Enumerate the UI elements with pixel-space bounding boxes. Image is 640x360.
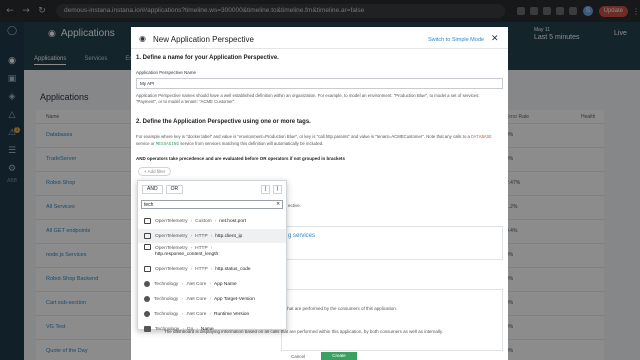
tag-option[interactable]: Technology › .Net Core › App Name: [138, 277, 286, 291]
tag-key: Name: [200, 326, 214, 332]
operator-precedence-note: AND operators take precedence and are ev…: [136, 156, 346, 161]
otel-icon: [144, 218, 151, 224]
tag-source: OpenTelemetry: [155, 266, 188, 272]
tag-option[interactable]: Technology › Go › Name: [138, 322, 286, 336]
tag-category: HTTP: [195, 266, 208, 272]
tag-option[interactable]: Technology › .Net Core › Runtime Version: [138, 307, 286, 321]
tag-key: Runtime Version: [214, 311, 250, 317]
tag-category: HTTP: [195, 246, 208, 251]
tag-key: http.status_code: [215, 266, 251, 272]
tag-search-input[interactable]: [141, 200, 283, 209]
tag-category: .Net Core: [185, 311, 207, 317]
tag-category: HTTP: [195, 233, 208, 239]
calls-option-card[interactable]: that are performed by the consumers of t…: [164, 289, 503, 351]
separator-icon: ›: [210, 233, 213, 239]
separator-icon: ›: [190, 246, 193, 251]
tag-source: Technology: [154, 296, 179, 302]
section-2-title: 2. Define the Application Perspective us…: [136, 119, 311, 125]
and-operator-button[interactable]: AND: [142, 185, 163, 194]
separator-icon: ›: [190, 218, 193, 224]
tag-filter-dropdown: AND OR ( ) × OpenTelemetry›Custom›net.ho…: [137, 180, 287, 332]
tag-key: http.response_content_length: [155, 252, 219, 257]
separator-icon: ›: [182, 326, 184, 332]
otel-icon: [144, 244, 151, 250]
services-option-card[interactable]: g services: [281, 226, 503, 260]
tag-category: Custom: [195, 218, 212, 224]
section-1-title: 1. Define a name for your Application Pe…: [136, 55, 279, 61]
tag-category: .Net Core: [185, 296, 207, 302]
tag-option[interactable]: OpenTelemetry › HTTP › http.response_content…: [138, 244, 286, 261]
name-help-text: Application Perspective names should hav…: [136, 93, 480, 104]
dialog-title: New Application Perspective: [153, 35, 254, 44]
tag-category: .Net Core: [185, 281, 207, 287]
tag-key: App Name: [214, 281, 237, 287]
add-filter-button[interactable]: + Add filter: [138, 167, 172, 176]
tag-source: OpenTelemetry: [155, 246, 188, 251]
tag-option[interactable]: OpenTelemetry › HTTP › http.status_code: [138, 262, 286, 276]
calls-option-text: that are performed by the consumers of t…: [286, 306, 398, 311]
tag-source: Technology: [154, 311, 179, 317]
tag-key: net.host.port: [219, 218, 246, 224]
tag-key: http.client_ip: [215, 233, 243, 239]
name-label: Application Perspective Name: [136, 70, 197, 75]
otel-icon: [144, 233, 151, 239]
go-icon: [144, 326, 151, 332]
tag-option[interactable]: OpenTelemetry › Custom › net.host.port: [138, 214, 286, 228]
switch-simple-mode-link[interactable]: Switch to Simple Mode: [428, 37, 484, 43]
hidden-text-fragment: ective.: [288, 203, 302, 208]
perspective-name-input[interactable]: [136, 78, 503, 89]
dialog-footer: Cancel Create: [131, 352, 508, 360]
clear-search-icon[interactable]: ×: [276, 200, 280, 209]
otel-icon: [144, 266, 151, 272]
dialog-header: ◉ New Application Perspective Switch to …: [131, 27, 508, 49]
tag-source: Technology: [154, 281, 179, 287]
cancel-button[interactable]: Cancel: [291, 354, 305, 359]
separator-icon: ›: [209, 281, 212, 287]
separator-icon: ›: [210, 246, 213, 251]
tag-source: OpenTelemetry: [155, 218, 188, 224]
technology-icon: [144, 311, 150, 317]
separator-icon: ›: [181, 311, 183, 317]
bracket-buttons: ( ): [261, 185, 282, 194]
technology-icon: [144, 296, 150, 302]
open-bracket-button[interactable]: (: [261, 185, 270, 194]
separator-icon: ›: [196, 326, 198, 332]
close-bracket-button[interactable]: ): [273, 185, 282, 194]
tags-help-text: For example where key is "docker.label" …: [136, 134, 492, 147]
separator-icon: ›: [209, 296, 212, 302]
close-icon[interactable]: ✕: [491, 34, 499, 44]
tag-category: Go: [186, 326, 194, 332]
tag-source: Technology: [155, 326, 180, 332]
create-button[interactable]: Create: [321, 352, 357, 360]
separator-icon: ›: [181, 281, 183, 287]
separator-icon: ›: [190, 233, 193, 239]
separator-icon: ›: [209, 311, 212, 317]
separator-icon: ›: [181, 296, 183, 302]
separator-icon: ›: [214, 218, 217, 224]
separator-icon: ›: [190, 266, 193, 272]
separator-icon: ›: [210, 266, 213, 272]
tag-option[interactable]: Technology › .Net Core › App Target-Version: [138, 292, 286, 306]
technology-icon: [144, 281, 150, 287]
tag-option[interactable]: OpenTelemetry › HTTP › http.client_ip: [138, 229, 286, 243]
operator-buttons: AND OR: [142, 185, 184, 194]
tag-key: App Target-Version: [214, 296, 255, 302]
perspective-icon: ◉: [139, 34, 146, 43]
tag-source: OpenTelemetry: [155, 233, 188, 239]
services-option-link[interactable]: g services: [288, 233, 315, 239]
or-operator-button[interactable]: OR: [165, 185, 184, 194]
